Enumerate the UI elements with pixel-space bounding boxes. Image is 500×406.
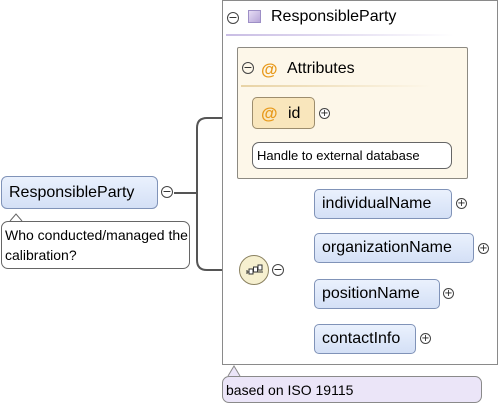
- expand-plus-icon[interactable]: +: [478, 243, 489, 254]
- attribute-documentation: Handle to external database: [252, 142, 452, 169]
- attribute-name: id: [288, 105, 301, 122]
- expand-plus-icon[interactable]: +: [420, 333, 431, 344]
- expand-plus-icon[interactable]: +: [456, 198, 467, 209]
- complex-type-icon: [248, 10, 261, 23]
- expand-plus-icon[interactable]: +: [319, 108, 330, 119]
- child-element-organization-name[interactable]: organizationName: [314, 233, 474, 263]
- collapse-minus-icon[interactable]: −: [242, 62, 254, 74]
- attribute-at-icon: @: [261, 60, 278, 79]
- type-title: ResponsibleParty: [271, 8, 397, 25]
- collapse-minus-icon[interactable]: −: [227, 12, 239, 24]
- child-element-individual-name[interactable]: individualName: [314, 189, 452, 219]
- collapse-minus-icon[interactable]: −: [272, 264, 284, 276]
- expand-plus-icon[interactable]: +: [443, 288, 454, 299]
- element-documentation: Who conducted/managed the calibration?: [1, 221, 190, 269]
- collapse-minus-icon[interactable]: −: [161, 186, 173, 198]
- type-documentation: based on ISO 19115: [222, 376, 482, 403]
- attributes-underline: [241, 85, 431, 87]
- child-element-position-name[interactable]: positionName: [314, 279, 440, 309]
- sequence-compositor-icon[interactable]: [239, 255, 269, 285]
- attributes-title: Attributes: [287, 60, 355, 77]
- element-responsible-party[interactable]: ResponsibleParty: [1, 176, 158, 209]
- attribute-at-icon: @: [261, 104, 278, 123]
- type-title-underline: [226, 34, 454, 36]
- sequence-glyph-icon: [246, 264, 263, 275]
- child-element-contact-info[interactable]: contactInfo: [314, 324, 416, 354]
